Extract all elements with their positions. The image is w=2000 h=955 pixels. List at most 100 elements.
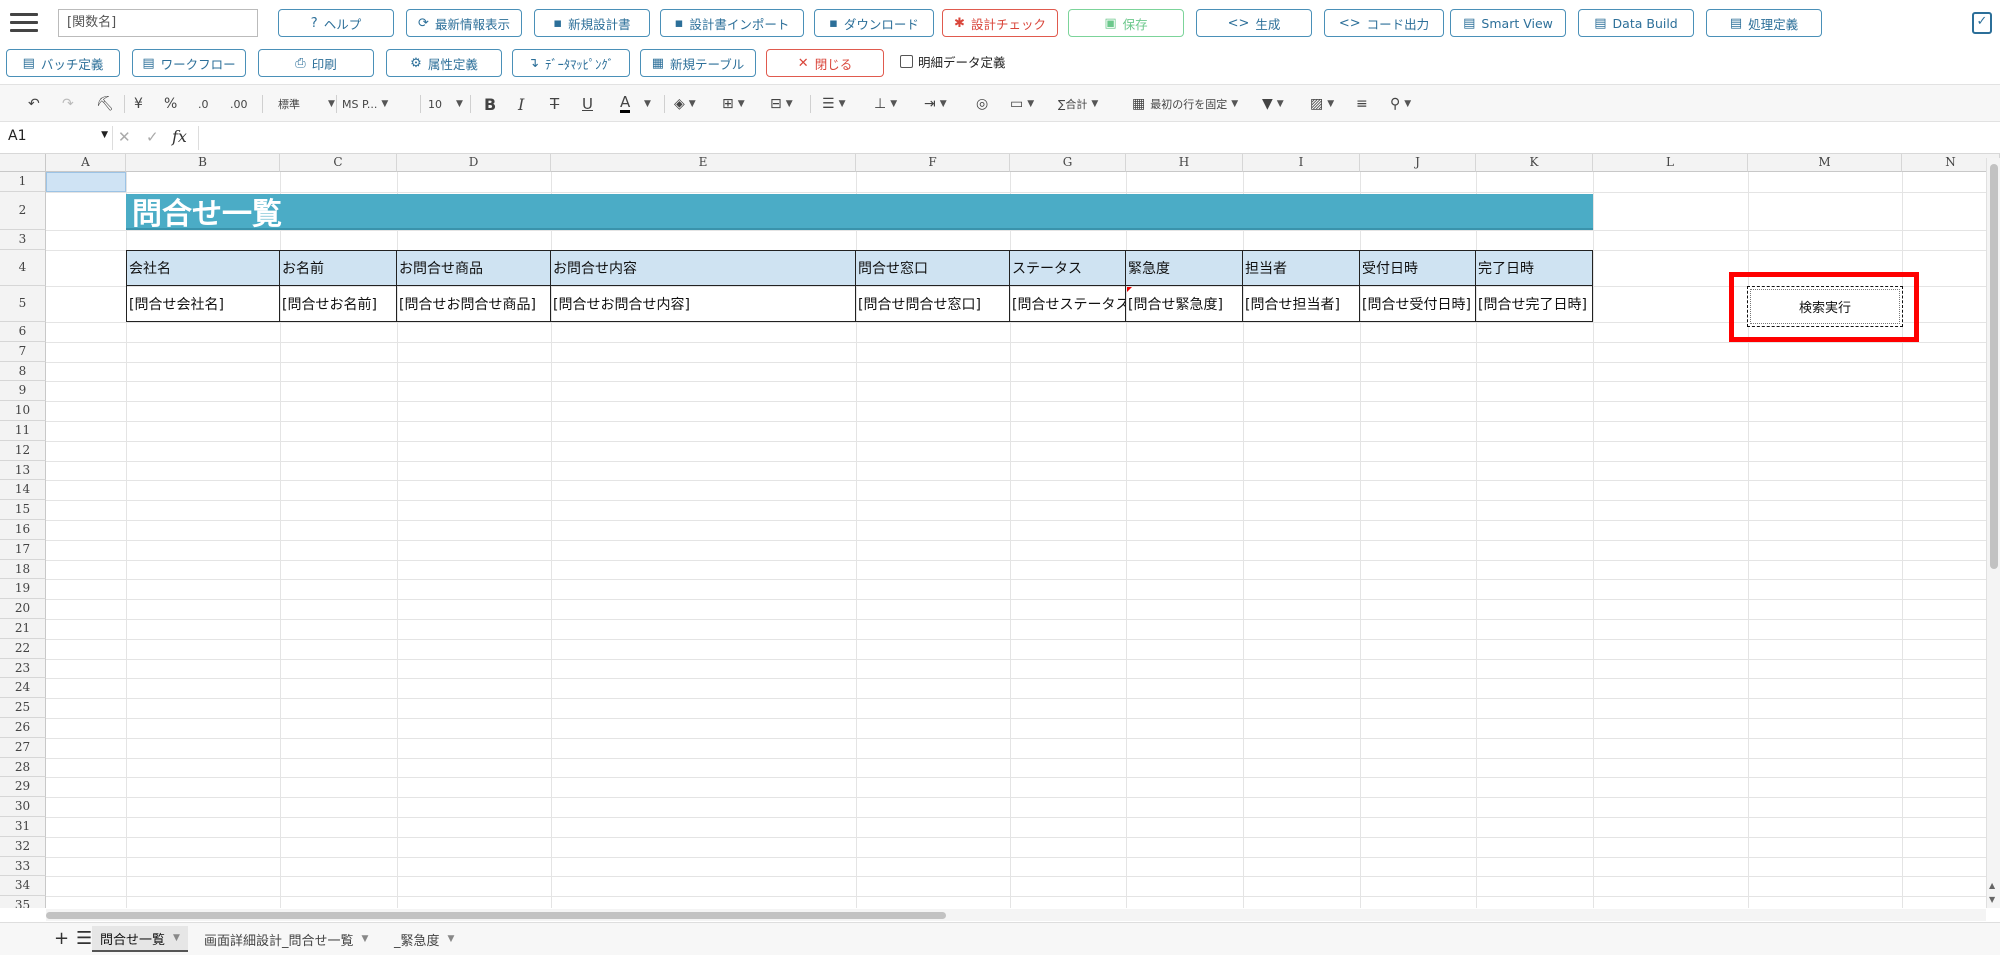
table-header-cell[interactable]: 会社名 bbox=[126, 250, 280, 286]
toolbar-button-row2-3[interactable]: ⚙ 属性定義 bbox=[386, 49, 502, 77]
toolbar-button-7[interactable]: <> 生成 bbox=[1196, 9, 1312, 37]
toolbar-button-1[interactable]: ⟳ 最新情報表示 bbox=[406, 9, 522, 37]
row-header[interactable]: 24 bbox=[0, 678, 46, 699]
placeholder-cell[interactable]: [問合せ問合せ窓口] bbox=[856, 286, 1010, 322]
select-all-corner[interactable] bbox=[0, 154, 46, 172]
horizontal-scrollbar[interactable] bbox=[46, 909, 1986, 921]
search-execute-button[interactable]: 検索実行 bbox=[1747, 286, 1903, 327]
row-header[interactable]: 5 bbox=[0, 286, 46, 322]
chart-icon[interactable]: ◎ bbox=[976, 93, 988, 115]
column-header[interactable]: B bbox=[126, 154, 280, 172]
row-header[interactable]: 17 bbox=[0, 539, 46, 560]
underline-button[interactable]: U bbox=[582, 93, 593, 115]
filter-icon[interactable]: ▼ ▼ bbox=[1262, 93, 1284, 115]
format-painter-icon[interactable]: ⛏ bbox=[96, 93, 114, 115]
row-header[interactable]: 6 bbox=[0, 322, 46, 342]
column-header[interactable]: K bbox=[1476, 154, 1593, 172]
percent-button[interactable]: % bbox=[164, 93, 177, 115]
row-header[interactable]: 15 bbox=[0, 500, 46, 520]
column-header[interactable]: I bbox=[1243, 154, 1360, 172]
table-header-cell[interactable]: 完了日時 bbox=[1476, 250, 1593, 286]
toolbar-button-5[interactable]: ✱ 設計チェック bbox=[942, 9, 1058, 37]
row-header[interactable]: 27 bbox=[0, 737, 46, 758]
toolbar-button-row2-0[interactable]: ▤ バッチ定義 bbox=[6, 49, 120, 77]
search-icon[interactable]: ⚲ ▼ bbox=[1390, 93, 1411, 115]
row-header[interactable]: 20 bbox=[0, 599, 46, 619]
toolbar-button-row2-2[interactable]: ⎙ 印刷 bbox=[258, 49, 374, 77]
sheet-tab[interactable]: 画面詳細設計_問合せ一覧 ▼ bbox=[196, 926, 376, 952]
sheet-title[interactable]: 問合せ一覧 bbox=[126, 194, 1593, 232]
toolbar-button-10[interactable]: ▤ Data Build bbox=[1578, 9, 1694, 37]
name-box[interactable]: A1 ▼ bbox=[8, 128, 108, 148]
tab-menu-caret-icon[interactable]: ▼ bbox=[362, 934, 369, 944]
row-header[interactable]: 16 bbox=[0, 520, 46, 540]
column-header[interactable]: L bbox=[1593, 154, 1748, 172]
row-header[interactable]: 7 bbox=[0, 341, 46, 362]
toolbar-button-6[interactable]: ▣ 保存 bbox=[1068, 9, 1184, 37]
detail-data-checkbox[interactable]: 明細データ定義 bbox=[900, 52, 1006, 71]
row-header[interactable]: 26 bbox=[0, 718, 46, 738]
column-header[interactable]: J bbox=[1360, 154, 1476, 172]
row-header[interactable]: 8 bbox=[0, 361, 46, 382]
row-header[interactable]: 2 bbox=[0, 192, 46, 230]
column-header[interactable]: G bbox=[1010, 154, 1126, 172]
confirm-icon[interactable]: ✓ bbox=[146, 128, 159, 146]
function-name-input[interactable]: [関数名] bbox=[58, 9, 258, 37]
sheet-tab[interactable]: 問合せ一覧 ▼ bbox=[92, 926, 188, 952]
row-header[interactable]: 35 bbox=[0, 896, 46, 908]
font-size-select[interactable]: 10 ▼ bbox=[428, 93, 463, 115]
checkbox-box[interactable] bbox=[900, 55, 913, 68]
toolbar-button-row2-6[interactable]: ✕ 閉じる bbox=[766, 49, 884, 77]
number-format-select[interactable]: 標準 ▼ bbox=[278, 93, 335, 115]
table-header-cell[interactable]: 緊急度 bbox=[1126, 250, 1243, 286]
column-header[interactable]: A bbox=[46, 154, 126, 172]
row-header[interactable]: 25 bbox=[0, 698, 46, 718]
text-wrap-icon[interactable]: ⇥ ▼ bbox=[924, 93, 947, 115]
row-header[interactable]: 23 bbox=[0, 658, 46, 679]
placeholder-cell[interactable]: [問合せ受付日時] bbox=[1360, 286, 1476, 322]
clipboard-check-icon[interactable]: ✓ bbox=[1972, 12, 1992, 34]
currency-button[interactable]: ¥ bbox=[134, 93, 143, 115]
table-header-cell[interactable]: お問合せ商品 bbox=[397, 250, 551, 286]
placeholder-cell[interactable]: [問合せお名前] bbox=[280, 286, 397, 322]
table-header-cell[interactable]: 受付日時 bbox=[1360, 250, 1476, 286]
row-header[interactable]: 30 bbox=[0, 797, 46, 817]
column-header[interactable]: E bbox=[551, 154, 856, 172]
row-header[interactable]: 18 bbox=[0, 559, 46, 580]
sheet-tab[interactable]: _緊急度 ▼ bbox=[386, 926, 462, 952]
selected-cell[interactable] bbox=[46, 172, 126, 192]
row-header[interactable]: 10 bbox=[0, 401, 46, 421]
add-sheet-icon[interactable]: + bbox=[54, 928, 69, 949]
toolbar-button-row2-5[interactable]: ▦ 新規テーブル bbox=[640, 49, 756, 77]
toolbar-button-3[interactable]: ▪ 設計書インポート bbox=[660, 9, 804, 37]
placeholder-cell[interactable]: [問合せ完了日時] bbox=[1476, 286, 1593, 322]
row-header[interactable]: 33 bbox=[0, 856, 46, 877]
row-header[interactable]: 22 bbox=[0, 638, 46, 659]
placeholder-cell[interactable]: [問合せステータス] bbox=[1010, 286, 1126, 322]
row-header[interactable]: 3 bbox=[0, 230, 46, 250]
toolbar-button-0[interactable]: ? ヘルプ bbox=[278, 9, 394, 37]
table-header-cell[interactable]: 担当者 bbox=[1243, 250, 1360, 286]
row-header[interactable]: 32 bbox=[0, 836, 46, 857]
undo-icon[interactable]: ↶ bbox=[28, 93, 40, 115]
toolbar-button-row2-1[interactable]: ▤ ワークフロー bbox=[132, 49, 246, 77]
column-header[interactable]: D bbox=[397, 154, 551, 172]
row-header[interactable]: 4 bbox=[0, 250, 46, 286]
redo-icon[interactable]: ↷ bbox=[62, 93, 74, 115]
placeholder-cell[interactable]: [問合せ会社名] bbox=[126, 286, 280, 322]
sum-button[interactable]: ∑合計 ▼ bbox=[1058, 93, 1098, 115]
horizontal-scroll-thumb[interactable] bbox=[46, 912, 946, 919]
row-header[interactable]: 31 bbox=[0, 817, 46, 837]
row-header[interactable]: 1 bbox=[0, 172, 46, 192]
cancel-icon[interactable]: ✕ bbox=[118, 128, 131, 146]
strikethrough-button[interactable]: T bbox=[550, 93, 559, 115]
row-header[interactable]: 28 bbox=[0, 757, 46, 778]
row-header[interactable]: 34 bbox=[0, 876, 46, 897]
font-color-caret-icon[interactable]: ▼ bbox=[640, 93, 651, 115]
row-header[interactable]: 19 bbox=[0, 579, 46, 600]
toolbar-button-9[interactable]: ▤ Smart View bbox=[1450, 9, 1566, 37]
toolbar-button-8[interactable]: <> コード出力 bbox=[1324, 9, 1444, 37]
bold-button[interactable]: B bbox=[484, 93, 496, 115]
align-horizontal-icon[interactable]: ☰ ▼ bbox=[822, 93, 845, 115]
row-header[interactable]: 13 bbox=[0, 460, 46, 481]
